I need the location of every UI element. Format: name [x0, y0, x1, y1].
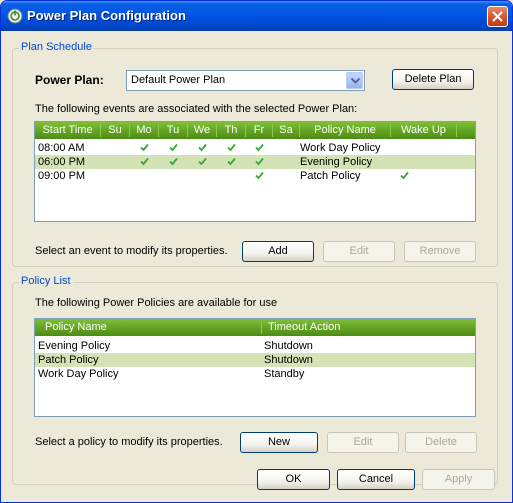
table-row[interactable]: Evening Policy Shutdown [35, 339, 475, 353]
column-sunday[interactable]: Su [101, 124, 130, 137]
edit-event-button[interactable]: Edit [323, 241, 395, 262]
column-start-time[interactable]: Start Time [35, 124, 101, 137]
power-plan-icon [7, 8, 23, 24]
ok-button[interactable]: OK [257, 469, 330, 490]
power-plan-select[interactable]: Default Power Plan [126, 70, 365, 91]
dialog-window: Power Plan Configuration Plan Schedule P… [0, 0, 513, 503]
policy-name: Work Day Policy [38, 368, 119, 380]
check-icon [255, 157, 264, 166]
table-row[interactable]: 06:00 PM Evening Policy [35, 155, 475, 169]
column-policy-name[interactable]: Policy Name [300, 124, 391, 137]
close-icon [492, 11, 503, 22]
title-bar[interactable]: Power Plan Configuration [1, 1, 512, 31]
column-policy-name[interactable]: Policy Name [35, 321, 262, 334]
window-title: Power Plan Configuration [27, 8, 186, 23]
delete-policy-button[interactable]: Delete [405, 432, 477, 453]
policy-list-group: Policy List The following Power Policies… [12, 275, 498, 485]
policy-name: Patch Policy [38, 354, 99, 366]
chevron-down-icon[interactable] [346, 72, 363, 89]
policy-timeout-action: Standby [264, 368, 305, 380]
event-policy-name: Evening Policy [300, 156, 373, 168]
edit-policy-button[interactable]: Edit [327, 432, 399, 453]
check-icon [255, 171, 264, 180]
close-button[interactable] [487, 6, 508, 27]
event-start-time: 06:00 PM [38, 156, 86, 168]
column-wednesday[interactable]: We [188, 124, 217, 137]
policies-table[interactable]: Policy Name Timeout Action Evening Polic… [34, 318, 476, 417]
power-plan-value: Default Power Plan [131, 74, 226, 86]
check-icon [198, 143, 207, 152]
new-policy-button[interactable]: New [240, 432, 318, 453]
policy-timeout-action: Shutdown [264, 340, 313, 352]
event-policy-name: Patch Policy [300, 170, 361, 182]
column-saturday[interactable]: Sa [273, 124, 300, 137]
check-icon [169, 157, 178, 166]
event-start-time: 08:00 AM [38, 142, 85, 154]
dialog-body: Plan Schedule Power Plan: Default Power … [4, 31, 509, 501]
column-timeout-action[interactable]: Timeout Action [262, 321, 475, 334]
check-icon [169, 143, 178, 152]
power-plan-label: Power Plan: [35, 73, 104, 87]
policies-hint: Select a policy to modify its properties… [35, 436, 223, 448]
apply-button[interactable]: Apply [422, 469, 495, 490]
table-row[interactable]: Work Day Policy Standby [35, 367, 475, 381]
check-icon [140, 143, 149, 152]
policy-list-label: Policy List [19, 275, 73, 287]
events-table[interactable]: Start Time Su Mo Tu We Th Fr Sa Policy N… [34, 121, 476, 222]
table-row[interactable]: Patch Policy Shutdown [35, 353, 475, 367]
check-icon [227, 157, 236, 166]
plan-schedule-label: Plan Schedule [19, 41, 94, 53]
check-icon [140, 157, 149, 166]
column-friday[interactable]: Fr [246, 124, 273, 137]
table-row[interactable]: 09:00 PM Patch Policy [35, 169, 475, 183]
check-icon [255, 143, 264, 152]
policy-name: Evening Policy [38, 340, 111, 352]
cancel-button[interactable]: Cancel [337, 469, 415, 490]
plan-schedule-group: Plan Schedule Power Plan: Default Power … [12, 41, 498, 267]
column-thursday[interactable]: Th [217, 124, 246, 137]
events-table-header: Start Time Su Mo Tu We Th Fr Sa Policy N… [35, 122, 475, 139]
event-policy-name: Work Day Policy [300, 142, 381, 154]
add-event-button[interactable]: Add [242, 241, 314, 262]
delete-plan-button[interactable]: Delete Plan [392, 69, 474, 90]
policy-timeout-action: Shutdown [264, 354, 313, 366]
column-wake-up[interactable]: Wake Up [391, 124, 457, 137]
events-hint: Select an event to modify its properties… [35, 245, 228, 257]
check-icon [227, 143, 236, 152]
policies-description: The following Power Policies are availab… [35, 297, 278, 309]
policies-table-header: Policy Name Timeout Action [35, 319, 475, 336]
remove-event-button[interactable]: Remove [404, 241, 476, 262]
check-icon [400, 171, 409, 180]
check-icon [198, 157, 207, 166]
table-row[interactable]: 08:00 AM Work Day Policy [35, 141, 475, 155]
event-start-time: 09:00 PM [38, 170, 86, 182]
column-tuesday[interactable]: Tu [159, 124, 188, 137]
column-monday[interactable]: Mo [130, 124, 159, 137]
events-description: The following events are associated with… [35, 103, 358, 115]
